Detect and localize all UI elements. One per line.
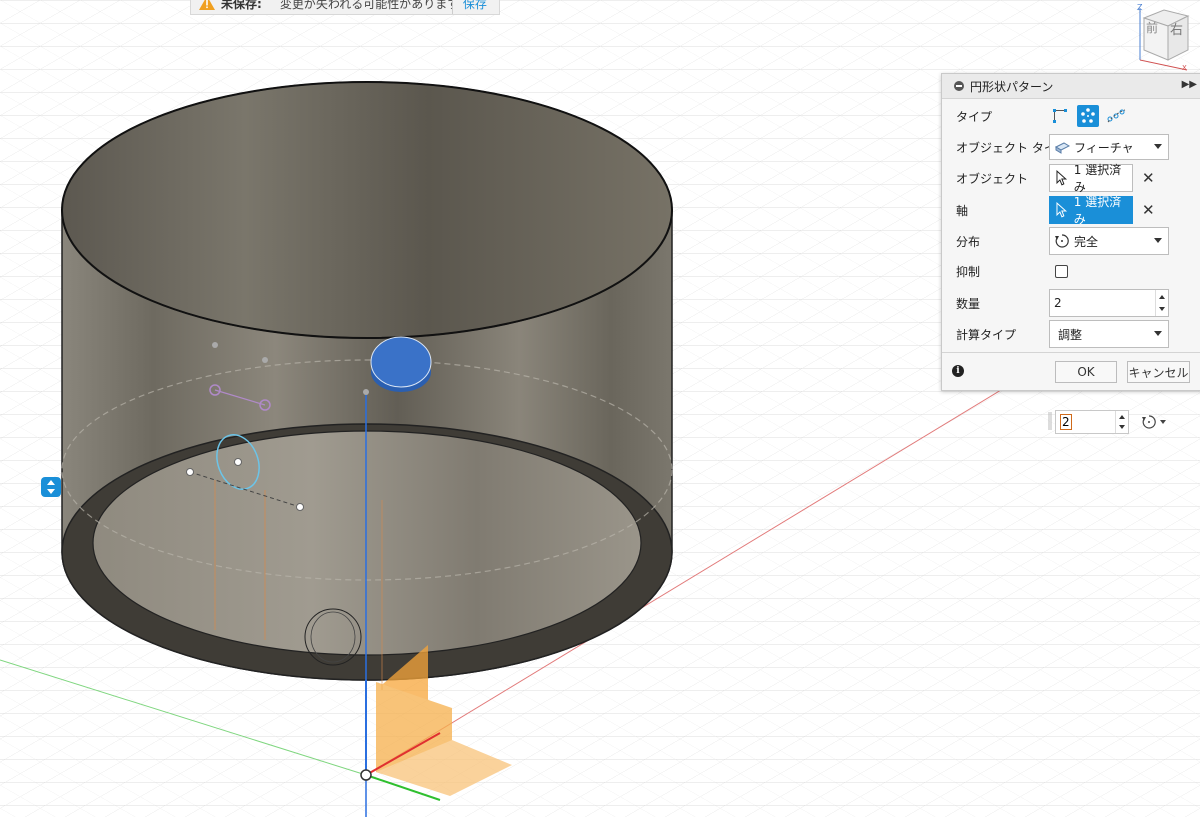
drag-grip-icon[interactable] (1047, 410, 1053, 432)
view-cube-z-label: Z (1137, 3, 1143, 12)
row-axis: 軸 1 選択済み ✕ (942, 195, 1200, 226)
manipulator-handle-icon[interactable] (40, 476, 62, 498)
unsaved-message: 変更が失われる可能性があります (279, 0, 452, 11)
compute-type-value: 調整 (1058, 327, 1083, 342)
dialog-header[interactable]: 円形状パターン ▶▶ (942, 74, 1200, 99)
row-suppress: 抑制 (942, 256, 1200, 286)
floating-quantity-value[interactable]: 2 (1060, 414, 1072, 430)
unsaved-label: 未保存: (221, 0, 262, 11)
view-cube[interactable]: Z 前 右 X (1132, 0, 1192, 72)
distribution-dropdown-icon[interactable] (1140, 413, 1170, 431)
cylinder-model[interactable] (61, 81, 673, 681)
feature-icon (1054, 142, 1070, 154)
expand-icon[interactable]: ▶▶ (1182, 79, 1197, 90)
info-icon[interactable]: i (952, 365, 964, 377)
suppress-checkbox[interactable] (1055, 264, 1068, 278)
view-cube-right-label[interactable]: 右 (1170, 23, 1183, 38)
unsaved-banner: 未保存: 変更が失われる可能性があります 保存 (190, 0, 500, 15)
compute-type-label: 計算タイプ (956, 327, 1017, 342)
increment-icon[interactable] (1119, 415, 1125, 419)
dialog-title: 円形状パターン (970, 79, 1054, 94)
circular-pattern-icon (1081, 108, 1095, 123)
object-type-select[interactable]: フィーチャ (1049, 134, 1169, 160)
distribution-label: 分布 (956, 234, 981, 249)
warning-icon (199, 0, 215, 10)
selected-feature[interactable] (370, 336, 432, 392)
pattern-type-rectangular-button[interactable] (1049, 105, 1071, 127)
objects-value: 1 選択済み (1073, 163, 1122, 194)
row-compute-type: 計算タイプ 調整 (942, 319, 1200, 349)
axis-label: 軸 (956, 203, 969, 218)
clear-axis-icon[interactable]: ✕ (1142, 201, 1155, 219)
quantity-value[interactable]: 2 (1054, 296, 1062, 310)
save-link[interactable]: 保存 (451, 0, 497, 14)
quantity-stepper[interactable]: 2 (1049, 289, 1169, 317)
distribution-value: 完全 (1074, 234, 1099, 249)
objects-select-button[interactable]: 1 選択済み (1049, 163, 1133, 194)
type-label: タイプ (956, 109, 993, 124)
decrement-icon[interactable] (1119, 425, 1125, 429)
cancel-button[interactable]: キャンセル (1127, 361, 1190, 383)
clear-objects-icon[interactable]: ✕ (1142, 169, 1155, 187)
path-pattern-icon (1107, 109, 1126, 123)
quantity-spin-control[interactable] (1155, 290, 1168, 316)
circular-pattern-dialog: 円形状パターン ▶▶ タイプ オブジェクト タイプ フィーチャ オブジェクト 1… (941, 73, 1200, 391)
distribution-select[interactable]: 完全 (1049, 227, 1169, 255)
floating-quantity-input[interactable]: 2 (1055, 410, 1129, 434)
view-cube-x-label: X (1182, 64, 1187, 72)
pattern-type-circular-button[interactable] (1077, 105, 1099, 127)
rectangular-pattern-icon (1053, 109, 1067, 123)
cursor-arrow-icon (1056, 170, 1068, 186)
compute-type-select[interactable]: 調整 (1049, 320, 1169, 348)
increment-icon[interactable] (1159, 295, 1165, 299)
row-objects: オブジェクト 1 選択済み ✕ (942, 163, 1200, 194)
row-distribution: 分布 完全 (942, 226, 1200, 256)
origin-point[interactable] (360, 769, 372, 781)
view-cube-front-label[interactable]: 前 (1146, 20, 1158, 35)
suppress-label: 抑制 (956, 264, 981, 279)
dialog-footer: i OK キャンセル (942, 352, 1200, 391)
axis-select-button[interactable]: 1 選択済み (1049, 195, 1133, 226)
pattern-type-path-button[interactable] (1105, 105, 1127, 127)
objects-label: オブジェクト (956, 171, 1029, 186)
row-object-type: オブジェクト タイプ フィーチャ (942, 132, 1200, 162)
row-type: タイプ (942, 101, 1200, 131)
cursor-arrow-icon (1056, 202, 1068, 218)
axis-value: 1 選択済み (1073, 195, 1122, 226)
full-circle-icon (1055, 234, 1069, 248)
floating-spin-control[interactable] (1115, 411, 1128, 433)
decrement-icon[interactable] (1159, 307, 1165, 311)
collapse-icon[interactable] (954, 81, 964, 91)
ok-button[interactable]: OK (1055, 361, 1117, 383)
quantity-label: 数量 (956, 296, 981, 311)
row-quantity: 数量 2 (942, 288, 1200, 318)
object-type-value: フィーチャ (1074, 140, 1134, 155)
